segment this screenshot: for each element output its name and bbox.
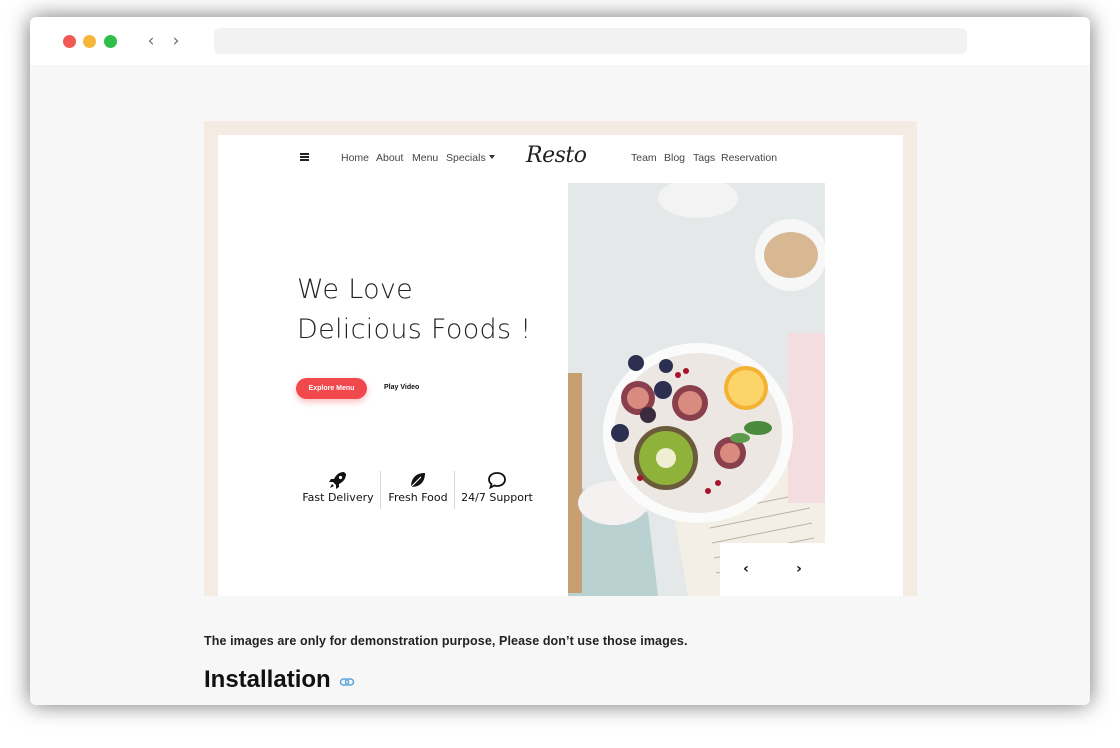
feature-support: 24/7 Support	[458, 470, 536, 504]
site-navbar: Home About Menu Specials Resto Team Blog…	[218, 135, 903, 183]
browser-titlebar: ‹ ›	[30, 17, 1090, 65]
nav-link-reservation[interactable]: Reservation	[721, 152, 777, 164]
image-disclaimer: The images are only for demonstration pu…	[204, 634, 688, 648]
feature-label: 24/7 Support	[461, 491, 533, 504]
rocket-icon	[329, 472, 346, 489]
minimize-window-button[interactable]	[83, 35, 96, 48]
feature-fresh-food: Fresh Food	[384, 470, 452, 504]
caret-down-icon	[488, 155, 495, 159]
link-icon[interactable]	[339, 674, 355, 690]
leaf-icon	[410, 473, 425, 488]
hero-title: We Love Delicious Foods !	[297, 270, 531, 350]
nav-link-tags[interactable]: Tags	[693, 152, 715, 164]
feature-divider	[380, 471, 381, 509]
chat-bubble-icon	[488, 472, 506, 490]
address-bar[interactable]	[214, 28, 967, 54]
nav-link-blog[interactable]: Blog	[664, 152, 685, 164]
hamburger-menu-icon[interactable]	[300, 153, 309, 162]
hero-food-image	[568, 183, 825, 596]
nav-link-menu[interactable]: Menu	[412, 152, 438, 164]
slider-prev-button[interactable]: ‹	[720, 543, 772, 596]
play-video-button[interactable]: Play Video	[384, 384, 419, 391]
maximize-window-button[interactable]	[104, 35, 117, 48]
close-window-button[interactable]	[63, 35, 76, 48]
template-preview: Home About Menu Specials Resto Team Blog…	[218, 135, 903, 596]
forward-arrow-icon[interactable]: ›	[166, 30, 186, 52]
feature-label: Fresh Food	[388, 491, 448, 504]
feature-fast-delivery: Fast Delivery	[302, 470, 374, 504]
nav-link-team[interactable]: Team	[631, 152, 657, 164]
browser-window: ‹ › Home About Menu Specials Resto Team …	[30, 17, 1090, 705]
page-content: Home About Menu Specials Resto Team Blog…	[30, 65, 1090, 705]
site-logo[interactable]: Resto	[526, 143, 587, 168]
back-arrow-icon[interactable]: ‹	[141, 30, 161, 52]
nav-dropdown-specials[interactable]: Specials	[446, 152, 495, 164]
template-preview-frame: Home About Menu Specials Resto Team Blog…	[204, 121, 917, 596]
nav-link-specials: Specials	[446, 152, 486, 164]
slider-controls: ‹ ›	[720, 543, 825, 596]
nav-link-about[interactable]: About	[376, 152, 403, 164]
feature-divider	[454, 471, 455, 509]
slider-next-button[interactable]: ›	[773, 543, 825, 596]
nav-link-home[interactable]: Home	[341, 152, 369, 164]
explore-menu-button[interactable]: Explore Menu	[296, 378, 367, 399]
hero-title-line-1: We Love	[297, 274, 414, 305]
hero-title-line-2: Delicious Foods !	[297, 314, 532, 345]
installation-heading: Installation	[204, 666, 331, 693]
feature-label: Fast Delivery	[302, 491, 374, 504]
